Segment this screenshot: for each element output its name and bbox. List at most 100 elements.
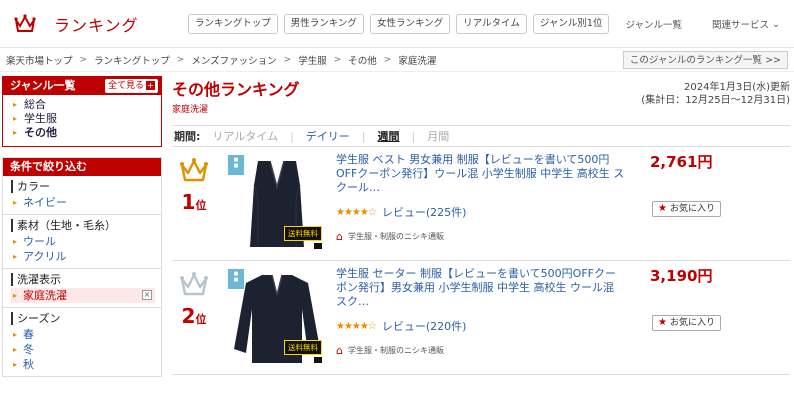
nav-genre-first[interactable]: ジャンル別1位	[532, 13, 610, 34]
product-thumbnail[interactable]: ■ ■ 送料無料	[228, 155, 326, 255]
filter-group-title: 洗濯表示	[11, 273, 155, 286]
nav-male-ranking[interactable]: 男性ランキング	[283, 13, 364, 34]
see-all-button[interactable]: 全て見る +	[104, 79, 158, 93]
product-thumbnail[interactable]: ■ ■ 送料無料	[228, 269, 326, 369]
free-shipping-badge: 送料無料	[284, 340, 322, 355]
chevron-down-icon: ⌄	[772, 18, 780, 30]
filter-group-title: シーズン	[11, 312, 155, 325]
breadcrumb-row: 楽天市場トップ > ランキングトップ > メンズファッション > 学生服 > その他 > …	[0, 48, 794, 72]
shop-row: ⌂ 学生服・制服のニシキ通販	[336, 344, 444, 357]
add-to-favorites-button[interactable]: ★ お気に入り	[652, 201, 721, 217]
ranking-logo[interactable]: ランキング	[14, 12, 174, 36]
filter-item-acrylic[interactable]: アクリル	[11, 249, 155, 264]
genre-list-link[interactable]: ジャンル一覧	[625, 17, 682, 31]
filter-group-care: 洗濯表示 家庭洗濯 ×	[3, 269, 161, 308]
related-services-label: 関連サービス	[712, 20, 770, 31]
free-shipping-sub-badge	[314, 243, 322, 249]
crumb-rakuten-top[interactable]: 楽天市場トップ	[6, 53, 73, 67]
rank-suffix: 位	[195, 199, 207, 212]
crumb-separator: >	[79, 54, 88, 65]
genre-item-other[interactable]: その他	[13, 126, 161, 140]
crumb-home-wash[interactable]: 家庭洗濯	[398, 53, 436, 67]
updated-date: 2024年1月3日(水)更新	[684, 82, 790, 93]
free-shipping-sub-badge	[314, 357, 322, 363]
add-to-favorites-button[interactable]: ★ お気に入り	[652, 315, 721, 331]
genre-ranking-list-link[interactable]: このジャンルのランキング一覧 >>	[622, 51, 788, 69]
filter-box: 条件で絞り込む カラー ネイビー 素材（生地・毛糸） ウール アクリル 洗濯表示…	[2, 157, 162, 377]
silver-crown-icon	[180, 272, 208, 296]
crumb-school-uniform[interactable]: 学生服	[298, 53, 327, 67]
main-content: その他ランキング 家庭洗濯 2024年1月3日(水)更新 (集計日：12月25日…	[172, 76, 790, 375]
rank-suffix: 位	[195, 313, 207, 326]
filter-item-navy[interactable]: ネイビー	[11, 195, 155, 210]
gold-crown-icon	[180, 158, 208, 182]
genre-box-header: ジャンル一覧 全て見る +	[3, 77, 161, 95]
shop-name-link[interactable]: 学生服・制服のニシキ通販	[348, 231, 444, 242]
sidebar: ジャンル一覧 全て見る+ 総合 学生服 その他 条件で絞り込む カラー ネイビー…	[2, 76, 162, 377]
tab-daily[interactable]: デイリー	[306, 128, 350, 144]
star-icon: ★	[658, 317, 667, 328]
product-title-link[interactable]: 学生服 ベスト 男女兼用 制服【レビューを書いて500円OFFクーポン発行】ウー…	[336, 153, 626, 195]
nav-female-ranking[interactable]: 女性ランキング	[369, 13, 451, 34]
filter-group-material: 素材（生地・毛糸） ウール アクリル	[3, 215, 161, 269]
rating-row: ★★★★☆ レビュー(220件)	[336, 318, 466, 334]
rank-badge: 2位	[176, 271, 212, 328]
review-count-link[interactable]: レビュー(225件)	[382, 204, 467, 220]
logo-text: ランキング	[54, 15, 139, 35]
crumb-ranking-top[interactable]: ランキングトップ	[94, 53, 170, 67]
top-nav: ランキングトップ 男性ランキング 女性ランキング リアルタイム ジャンル別1位	[188, 13, 610, 34]
plus-icon: +	[146, 81, 155, 90]
filter-item-spring[interactable]: 春	[11, 327, 155, 342]
favorites-label: お気に入り	[669, 204, 715, 214]
rating-row: ★★★★☆ レビュー(225件)	[336, 204, 466, 220]
star-rating-icon: ★★★★☆	[336, 206, 377, 218]
crumb-separator: >	[283, 54, 292, 65]
genre-list: 総合 学生服 その他	[3, 95, 161, 146]
rank-badge: 1位	[176, 157, 212, 214]
crumb-separator: >	[383, 54, 392, 65]
nav-ranking-top[interactable]: ランキングトップ	[188, 13, 278, 34]
genre-item-overall[interactable]: 総合	[13, 98, 161, 112]
product-price: 3,190円	[650, 267, 713, 285]
ranking-item: 2位 ■ ■ 送料無料 学生服 セーター 制服【レビューを書いて500円OFFクー…	[172, 261, 790, 375]
filter-box-title: 条件で絞り込む	[3, 158, 161, 176]
rank-value: 1	[181, 190, 196, 214]
rank-value: 2	[181, 304, 196, 328]
period-label: 期間:	[174, 130, 201, 143]
nav-realtime[interactable]: リアルタイム	[456, 13, 527, 34]
tab-divider: |	[361, 129, 366, 143]
rank-number: 1位	[176, 190, 212, 214]
crumb-other[interactable]: その他	[348, 53, 377, 67]
favorites-label: お気に入り	[669, 318, 715, 328]
header-right: ジャンル一覧 関連サービス ⌄	[625, 0, 780, 48]
genre-box-title: ジャンル一覧	[10, 79, 76, 92]
star-rating-icon: ★★★★☆	[336, 320, 377, 332]
tab-monthly: 月間	[427, 130, 450, 143]
site-header: ランキング ランキングトップ 男性ランキング 女性ランキング リアルタイム ジャ…	[0, 0, 794, 48]
see-all-label: 全て見る	[107, 81, 144, 91]
star-icon: ★	[658, 203, 667, 214]
genre-item-school-uniform[interactable]: 学生服	[13, 112, 161, 126]
filter-item-winter[interactable]: 冬	[11, 342, 155, 357]
update-info: 2024年1月3日(水)更新 (集計日：12月25日～12月31日)	[641, 81, 790, 107]
ranking-item: 1位 ■ ■ 送料無料 学生服 ベスト 男女兼用 制服【レビューを書いて500円O…	[172, 147, 790, 261]
filter-item-wool[interactable]: ウール	[11, 234, 155, 249]
shop-name-link[interactable]: 学生服・制服のニシキ通販	[348, 345, 444, 356]
crumb-mens-fashion[interactable]: メンズファッション	[191, 53, 276, 67]
related-services-menu[interactable]: 関連サービス ⌄	[712, 17, 780, 32]
tab-weekly[interactable]: 週間	[378, 128, 400, 144]
genre-box: ジャンル一覧 全て見る+ 総合 学生服 その他	[2, 76, 162, 147]
tab-divider: |	[411, 129, 416, 143]
product-price: 2,761円	[650, 153, 713, 171]
aggregation-period: (集計日：12月25日～12月31日)	[641, 95, 790, 106]
filter-item-home-wash[interactable]: 家庭洗濯 ×	[11, 288, 155, 303]
rank-number: 2位	[176, 304, 212, 328]
review-count-link[interactable]: レビュー(220件)	[382, 318, 467, 334]
product-title-link[interactable]: 学生服 セーター 制服【レビューを書いて500円OFFクーポン発行】男女兼用 小…	[336, 267, 626, 309]
clear-filter-icon[interactable]: ×	[142, 290, 152, 300]
shop-tag-icon: ■ ■	[228, 155, 244, 175]
filter-item-autumn[interactable]: 秋	[11, 357, 155, 372]
crumb-separator: >	[176, 54, 185, 65]
filter-item-label: 家庭洗濯	[23, 289, 67, 302]
shop-home-icon: ⌂	[336, 344, 343, 357]
